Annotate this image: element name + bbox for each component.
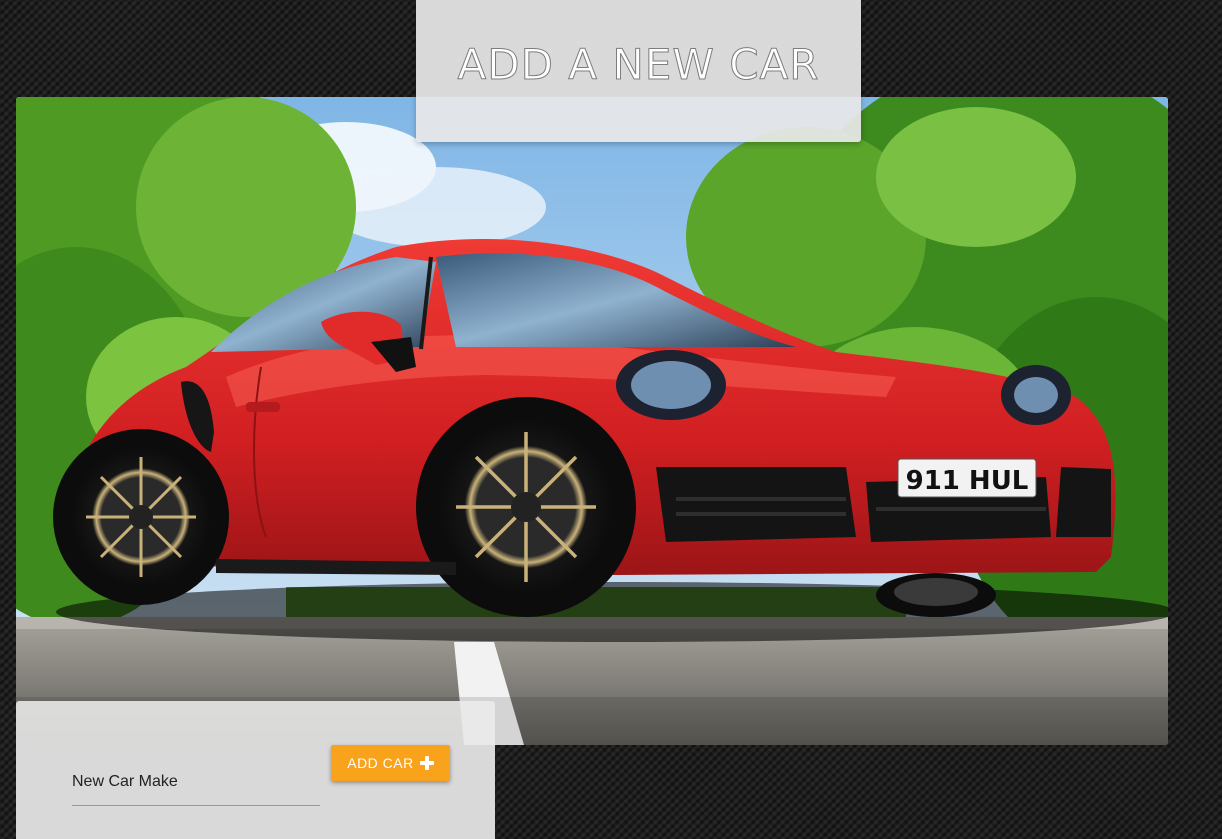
plus-icon (419, 756, 434, 770)
form-panel-top (16, 701, 495, 745)
license-plate-text: 911 HUL (906, 466, 1029, 496)
add-car-button-label: ADD CAR (347, 755, 414, 771)
page-title: ADD A NEW CAR (457, 40, 820, 90)
car-make-field-underline (72, 805, 320, 806)
hero-car-image: 911 HUL (16, 97, 1168, 745)
title-panel: ADD A NEW CAR (416, 0, 861, 142)
add-car-button[interactable]: ADD CAR (331, 745, 450, 781)
car-make-field-label[interactable]: New Car Make (72, 773, 178, 791)
